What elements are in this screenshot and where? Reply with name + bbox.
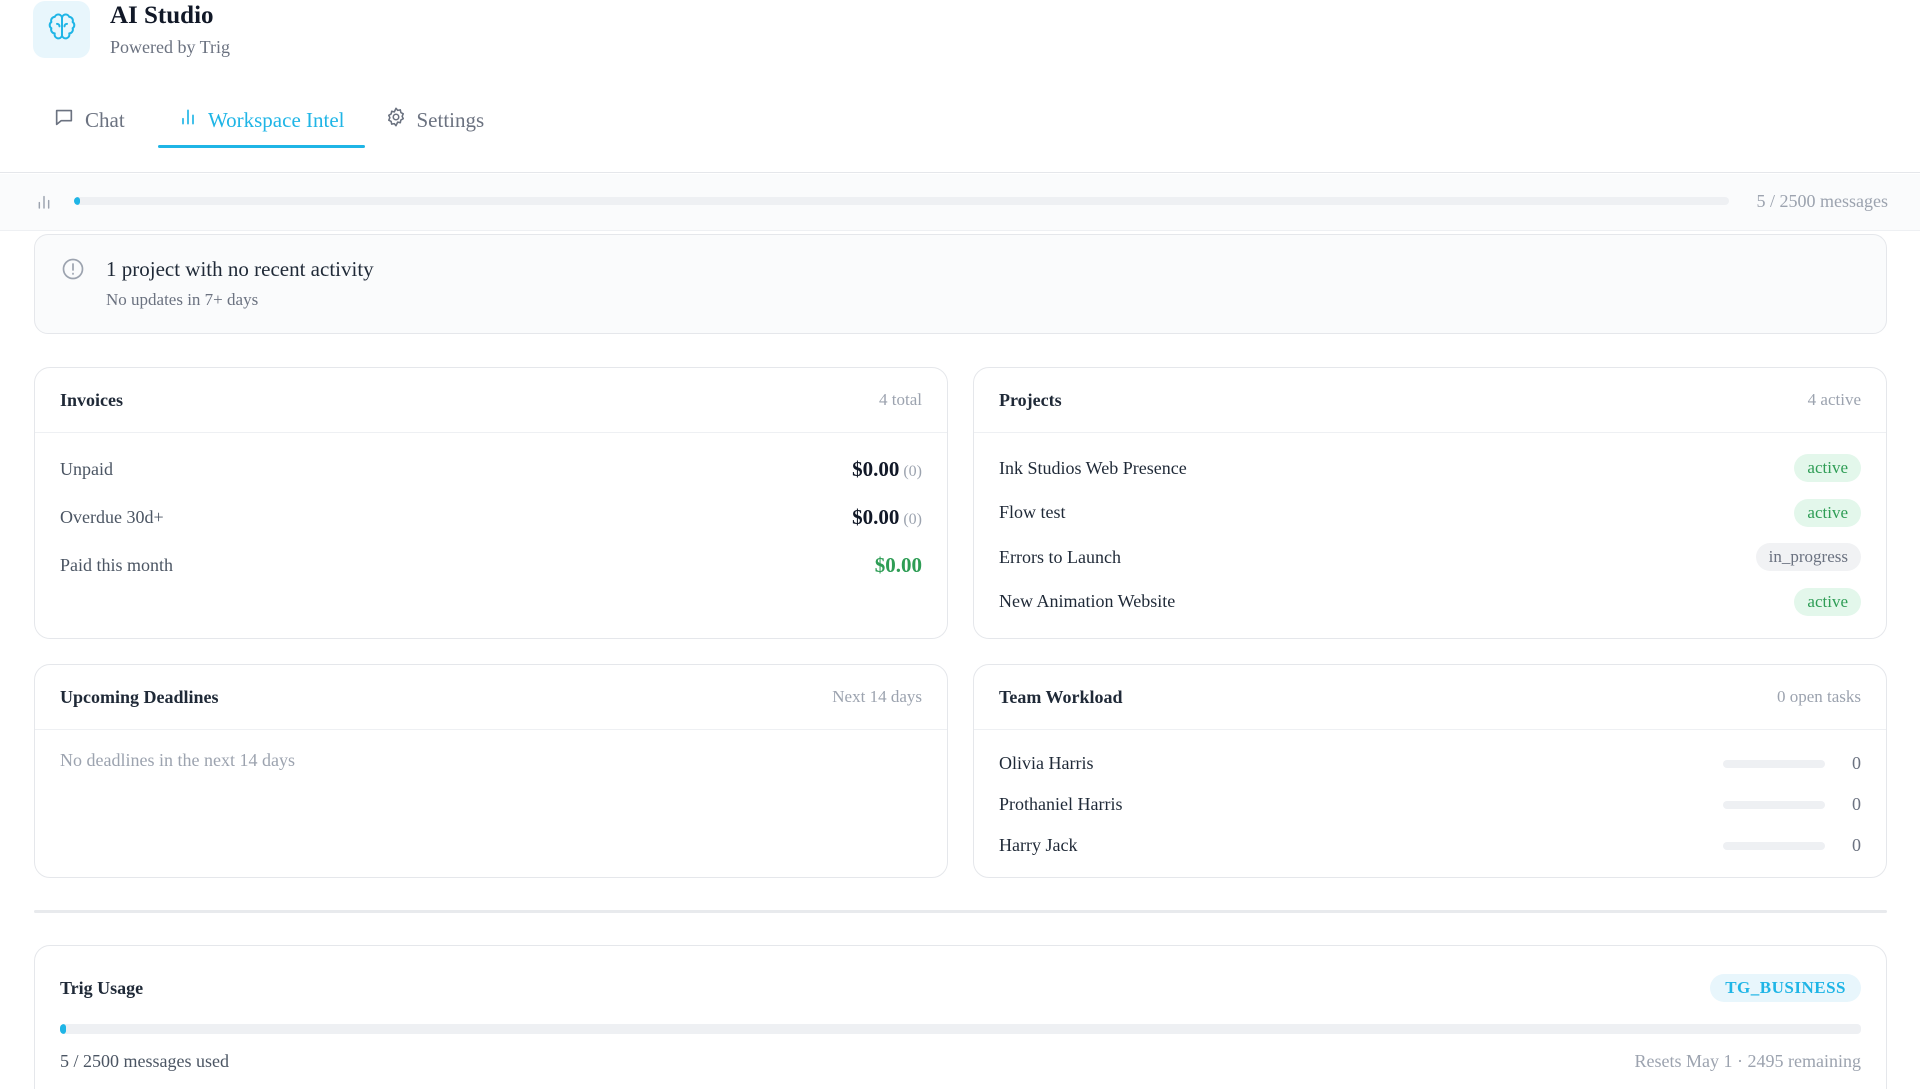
deadlines-title: Upcoming Deadlines — [60, 686, 219, 707]
alert-subtitle: No updates in 7+ days — [106, 290, 259, 309]
deadlines-card: Upcoming Deadlines Next 14 days No deadl… — [34, 664, 948, 878]
trig-usage-progress-fill — [60, 1024, 66, 1034]
gear-icon — [385, 106, 407, 134]
deadlines-empty-message: No deadlines in the next 14 days — [60, 750, 295, 770]
app-logo — [33, 1, 90, 58]
app-subtitle: Powered by Trig — [110, 37, 231, 57]
usage-used-text: 5 / 2500 messages used — [60, 1051, 229, 1071]
workload-title: Team Workload — [999, 686, 1123, 707]
project-row[interactable]: Errors to Launch in_progress — [999, 535, 1861, 580]
tab-workspace-intel[interactable]: Workspace Intel — [158, 92, 365, 148]
workload-meta: 0 open tasks — [1776, 687, 1861, 706]
member-name: Harry Jack — [999, 835, 1078, 855]
inactivity-alert: 1 project with no recent activity No upd… — [34, 234, 1887, 334]
invoices-header: Invoices 4 total — [35, 368, 947, 433]
projects-list: Ink Studios Web Presence active Flow tes… — [974, 446, 1886, 624]
usage-strip-text: 5 / 2500 messages — [1756, 191, 1888, 211]
invoices-card: Invoices 4 total Unpaid $0.00 (0) Overdue… — [34, 367, 948, 639]
invoice-value: $0.00 (0) — [852, 505, 922, 530]
chat-bubble-icon — [53, 106, 75, 134]
invoice-count: (0) — [903, 510, 922, 528]
usage-strip-progress — [74, 197, 1729, 205]
bar-chart-icon — [36, 193, 52, 216]
workload-header: Team Workload 0 open tasks — [974, 665, 1886, 730]
plan-badge: TG_BUSINESS — [1710, 974, 1861, 1002]
tab-bar: Chat Workspace Intel Settings — [33, 92, 504, 148]
project-row[interactable]: Ink Studios Web Presence active — [999, 446, 1861, 491]
member-name: Olivia Harris — [999, 753, 1094, 773]
task-count: 0 — [1852, 794, 1861, 814]
workload-row: Prothaniel Harris 0 — [999, 784, 1861, 825]
workload-bar — [1723, 841, 1825, 850]
invoice-row: Paid this month $0.00 — [60, 541, 922, 589]
projects-card: Projects 4 active Ink Studios Web Presen… — [973, 367, 1887, 639]
invoices-title: Invoices — [60, 389, 123, 410]
usage-reset-text: Resets May 1 · 2495 remaining — [1634, 1051, 1861, 1071]
invoice-row: Unpaid $0.00 (0) — [60, 445, 922, 493]
status-badge: active — [1794, 498, 1861, 527]
section-divider — [34, 910, 1887, 913]
workload-bar — [1723, 759, 1825, 768]
workload-card: Team Workload 0 open tasks Olivia Harris… — [973, 664, 1887, 878]
deadlines-meta: Next 14 days — [832, 687, 922, 706]
trig-usage-progress — [60, 1024, 1861, 1034]
invoice-amount: $0.00 — [852, 456, 900, 481]
invoice-value: $0.00 — [875, 553, 922, 578]
invoice-label: Unpaid — [60, 458, 113, 479]
invoice-amount: $0.00 — [852, 504, 900, 529]
task-count: 0 — [1852, 753, 1861, 773]
workload-row: Olivia Harris 0 — [999, 743, 1861, 784]
member-name: Prothaniel Harris — [999, 794, 1123, 814]
projects-meta: 4 active — [1807, 390, 1861, 409]
invoice-label: Overdue 30d+ — [60, 506, 164, 527]
brain-icon — [47, 12, 77, 47]
project-name: Ink Studios Web Presence — [999, 457, 1187, 478]
tab-workspace-intel-label: Workspace Intel — [208, 107, 345, 132]
trig-usage-title: Trig Usage — [60, 978, 144, 998]
project-name: Flow test — [999, 502, 1066, 523]
tab-settings-label: Settings — [416, 107, 485, 132]
tab-chat[interactable]: Chat — [33, 92, 158, 148]
status-badge: active — [1794, 587, 1861, 616]
usage-strip-progress-fill — [74, 197, 80, 205]
app-title: AI Studio — [110, 2, 214, 29]
workload-bar — [1723, 800, 1825, 809]
tab-chat-label: Chat — [85, 107, 125, 132]
project-row[interactable]: New Animation Website active — [999, 580, 1861, 625]
tab-settings[interactable]: Settings — [365, 92, 505, 148]
status-badge: in_progress — [1755, 543, 1861, 572]
alert-circle-icon — [61, 257, 85, 286]
invoice-amount: $0.00 — [874, 552, 922, 577]
alert-title: 1 project with no recent activity — [106, 257, 374, 281]
workload-row: Harry Jack 0 — [999, 825, 1861, 866]
status-badge: active — [1794, 454, 1861, 483]
trig-usage-card: Trig Usage TG_BUSINESS 5 / 2500 messages… — [34, 945, 1887, 1089]
project-name: Errors to Launch — [999, 546, 1121, 567]
invoice-value: $0.00 (0) — [852, 457, 922, 482]
app-header: AI Studio Powered by Trig Chat Workspace… — [0, 0, 1920, 173]
projects-header: Projects 4 active — [974, 368, 1886, 433]
invoice-row: Overdue 30d+ $0.00 (0) — [60, 493, 922, 541]
deadlines-header: Upcoming Deadlines Next 14 days — [35, 665, 947, 730]
project-name: New Animation Website — [999, 591, 1176, 612]
projects-title: Projects — [999, 389, 1062, 410]
task-count: 0 — [1852, 835, 1861, 855]
workload-list: Olivia Harris 0 Prothaniel Harris 0 Harr… — [974, 743, 1886, 866]
project-row[interactable]: Flow test active — [999, 491, 1861, 536]
invoice-count: (0) — [903, 462, 922, 480]
invoices-meta: 4 total — [879, 390, 922, 409]
bar-chart-icon — [178, 107, 198, 133]
invoice-label: Paid this month — [60, 554, 174, 575]
invoices-list: Unpaid $0.00 (0) Overdue 30d+ $0.00 (0) Pa… — [35, 445, 947, 589]
